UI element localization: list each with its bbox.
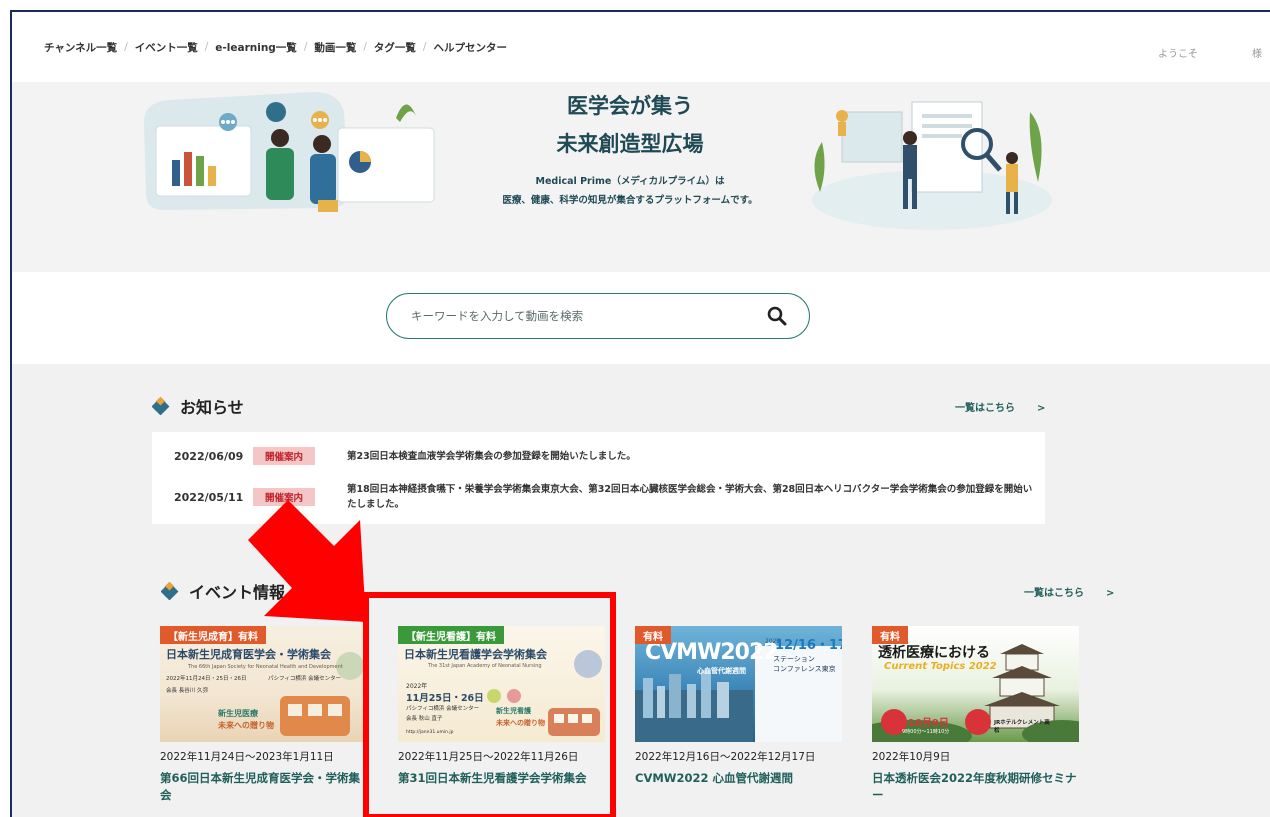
event-tag: 有料	[635, 626, 671, 644]
event-thumbnail[interactable]: 透析医療における Current Topics 2022 10月9日 9時00分…	[872, 626, 1079, 742]
page-frame: チャンネル一覧 / イベント一覧 / e-learning一覧 / 動画一覧 /…	[10, 10, 1270, 817]
event-card[interactable]: CVMW2022 心血管代謝週間 2022 12/16・17 ステーション コン…	[635, 626, 842, 787]
thumb-title: 日本新生児成育医学会・学術集会	[166, 648, 331, 661]
thumb-date: 2022年11月24日・25日・26日	[166, 676, 247, 682]
nav-separator: /	[363, 41, 367, 53]
event-tag: 【新生児成育】有料	[160, 626, 266, 644]
thumb-venue: JRホテルクレメント高松	[994, 720, 1050, 734]
search-icon[interactable]	[767, 306, 787, 326]
event-date: 2022年12月16日〜2022年12月17日	[635, 751, 816, 763]
news-item[interactable]: 2022/06/09 開催案内 第23回日本検査血液学会学術集会の参加登録を開始…	[152, 444, 1045, 468]
welcome-text: ようこそ	[1158, 49, 1198, 60]
thumb-subtitle: Current Topics 2022	[884, 661, 997, 672]
nav-channels[interactable]: チャンネル一覧	[44, 40, 117, 55]
thumb-subtitle: 心血管代謝週間	[697, 667, 746, 675]
event-tag: 有料	[872, 626, 908, 644]
news-more-link[interactable]: 一覧はこちら >	[955, 399, 1045, 414]
events-more-label: 一覧はこちら	[1024, 588, 1084, 599]
nav-events[interactable]: イベント一覧	[135, 40, 198, 55]
annotation-highlight-box	[363, 592, 616, 817]
nav-separator: /	[124, 41, 128, 53]
search-box	[386, 293, 810, 339]
nav-videos[interactable]: 動画一覧	[314, 40, 356, 55]
event-thumbnail[interactable]: 日本新生児成育医学会・学術集会 The 66th Japan Society f…	[160, 626, 367, 742]
hero-title-line1: 医学会が集う	[567, 94, 693, 118]
event-date: 2022年10月9日	[872, 751, 951, 763]
event-date: 2022年11月24日〜2023年1月11日	[160, 751, 334, 763]
event-title[interactable]: CVMW2022 心血管代謝週間	[635, 770, 842, 787]
events-more-link[interactable]: 一覧はこちら >	[1024, 584, 1114, 599]
news-badge: 開催案内	[253, 447, 315, 465]
chevron-right-icon: >	[1037, 403, 1046, 414]
hero-title-line2: 未来創造型広場	[556, 132, 704, 156]
user-honorific[interactable]: 様	[1252, 45, 1262, 60]
event-title[interactable]: 第66回日本新生児成育医学会・学術集会	[160, 770, 367, 804]
thumb-theme-line2: 未来への贈り物	[218, 721, 274, 730]
thumb-date: 10月9日	[908, 718, 949, 729]
news-heading-label: お知らせ	[180, 398, 244, 417]
nav-separator: /	[422, 41, 427, 53]
news-date: 2022/06/09	[174, 449, 244, 463]
thumb-title: 透析医療における	[878, 645, 990, 661]
news-text[interactable]: 第23回日本検査血液学会学術集会の参加登録を開始いたしました。	[347, 449, 1037, 464]
nav-separator: /	[204, 41, 209, 53]
thumb-venue: パシフィコ横浜 会議センター	[268, 676, 342, 682]
thumb-theme-line1: 新生児医療	[218, 709, 258, 718]
event-thumbnail[interactable]: CVMW2022 心血管代謝週間 2022 12/16・17 ステーション コン…	[635, 626, 842, 742]
thumb-date: 12/16・17	[775, 638, 842, 653]
nav-help-center[interactable]: ヘルプセンター	[433, 40, 507, 55]
hero-subtitle-line2: 医療、健康、科学の知見が集合するプラットフォームです。	[502, 195, 758, 206]
nav-elearning[interactable]: e-learning一覧	[215, 40, 297, 55]
hero-subtitle-line1: Medical Prime（メディカルプライム）は	[535, 176, 725, 187]
news-text[interactable]: 第18回日本神経摂食嚥下・栄養学会学術集会東京大会、第32回日本心臓核医学会総会…	[347, 482, 1037, 512]
chevron-right-icon: >	[1106, 588, 1115, 599]
hero-banner: 医学会が集う 未来創造型広場 Medical Prime（メディカルプライム）は…	[12, 82, 1270, 272]
diamond-icon	[152, 397, 170, 415]
hero-illustration-left	[144, 92, 435, 212]
news-date: 2022/05/11	[174, 490, 244, 504]
search-band	[12, 272, 1270, 364]
hero-illustration-right	[812, 101, 1052, 230]
thumb-venue-line1: ステーション	[773, 655, 815, 663]
top-nav: チャンネル一覧 / イベント一覧 / e-learning一覧 / 動画一覧 /…	[12, 12, 1270, 82]
event-card[interactable]: 日本新生児成育医学会・学術集会 The 66th Japan Society f…	[160, 626, 367, 804]
thumb-chair: 会長 長谷川 久弥	[166, 688, 208, 694]
search-input[interactable]	[411, 309, 751, 323]
thumb-venue-line2: コンファレンス東京	[773, 665, 836, 673]
event-card[interactable]: 透析医療における Current Topics 2022 10月9日 9時00分…	[872, 626, 1079, 804]
nav-separator: /	[303, 41, 308, 53]
news-heading: お知らせ	[152, 394, 244, 418]
nav-tags[interactable]: タグ一覧	[374, 40, 416, 55]
annotation-arrow-icon	[248, 500, 366, 622]
thumb-subtitle: The 66th Japan Society for Neonatal Heal…	[188, 664, 343, 670]
thumb-time: 9時00分〜11時10分	[902, 729, 950, 735]
news-more-label: 一覧はこちら	[955, 403, 1015, 414]
diamond-icon	[161, 582, 179, 600]
event-title[interactable]: 日本透析医会2022年度秋期研修セミナー	[872, 770, 1079, 804]
